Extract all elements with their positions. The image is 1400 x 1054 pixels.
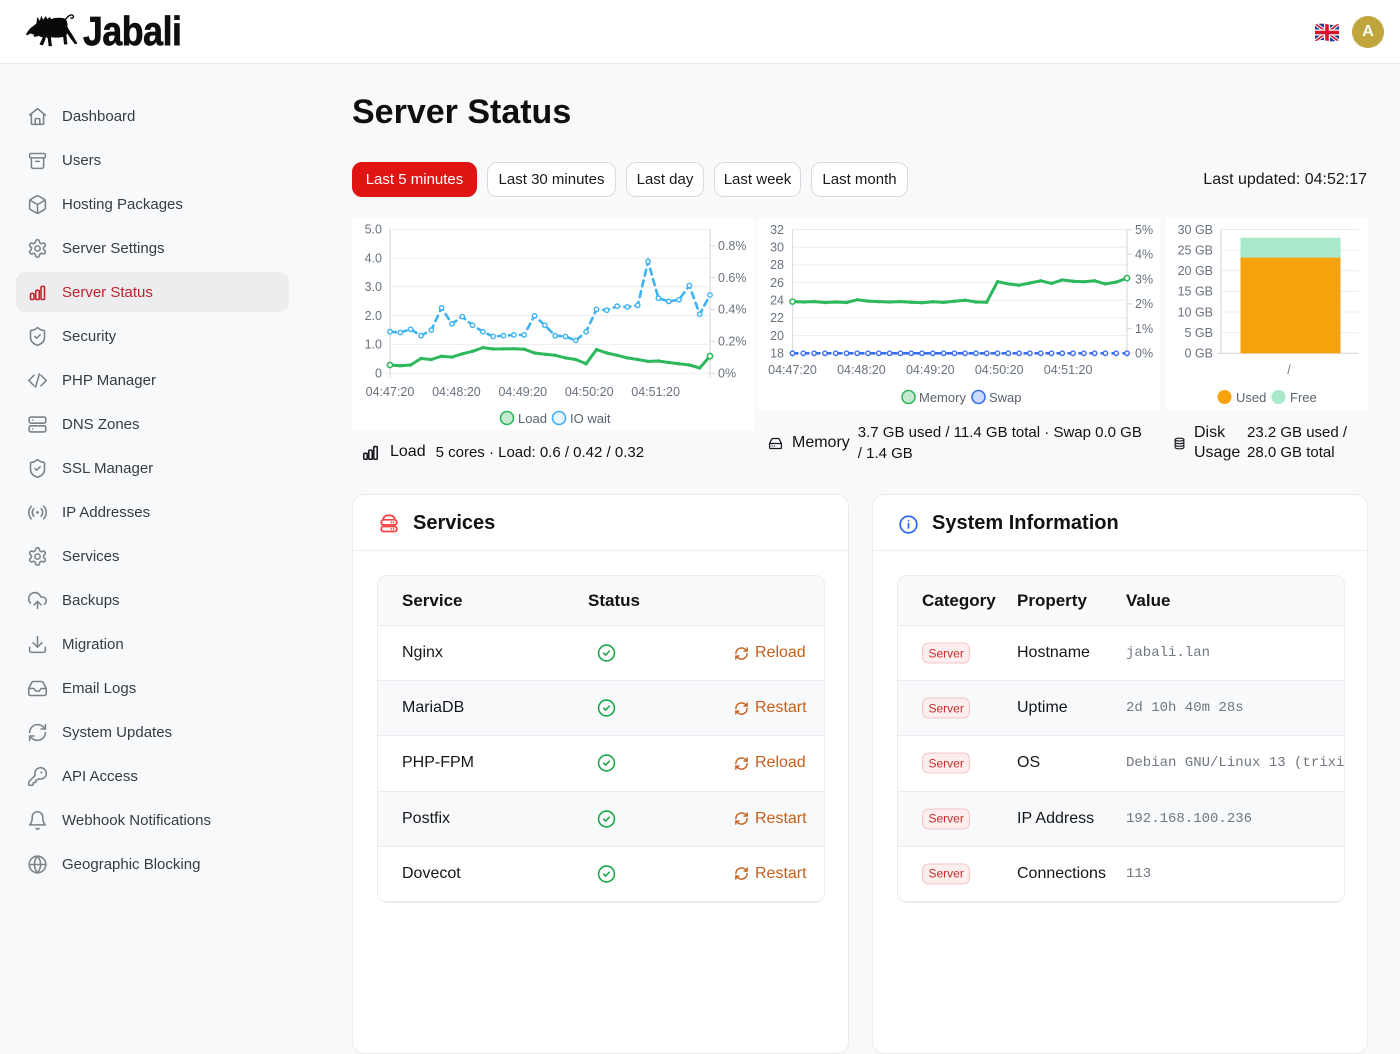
- svg-text:04:48:20: 04:48:20: [432, 385, 481, 399]
- svg-text:4.0: 4.0: [365, 251, 382, 265]
- svg-text:28: 28: [770, 258, 784, 272]
- svg-text:04:47:20: 04:47:20: [768, 363, 817, 377]
- svg-text:30 GB: 30 GB: [1178, 223, 1213, 237]
- svg-text:IO wait: IO wait: [570, 411, 611, 426]
- svg-text:0%: 0%: [1135, 347, 1153, 361]
- svg-text:1%: 1%: [1135, 322, 1153, 336]
- svg-text:04:51:20: 04:51:20: [631, 385, 680, 399]
- svg-text:25 GB: 25 GB: [1178, 243, 1213, 257]
- svg-text:Swap: Swap: [989, 390, 1022, 405]
- svg-text:0%: 0%: [718, 366, 736, 380]
- svg-text:/: /: [1287, 363, 1291, 377]
- svg-text:24: 24: [770, 293, 784, 307]
- svg-text:5 GB: 5 GB: [1185, 326, 1214, 340]
- svg-text:15 GB: 15 GB: [1178, 285, 1213, 299]
- svg-text:Load: Load: [518, 411, 547, 426]
- svg-text:22: 22: [770, 311, 784, 325]
- svg-text:5.0: 5.0: [365, 222, 382, 236]
- svg-text:Memory: Memory: [919, 390, 966, 405]
- svg-text:0: 0: [375, 366, 382, 380]
- svg-text:2%: 2%: [1135, 297, 1153, 311]
- svg-text:0.8%: 0.8%: [718, 239, 747, 253]
- svg-text:04:49:20: 04:49:20: [498, 385, 547, 399]
- svg-text:5%: 5%: [1135, 223, 1153, 237]
- svg-text:04:49:20: 04:49:20: [906, 363, 955, 377]
- svg-text:04:48:20: 04:48:20: [837, 363, 886, 377]
- svg-text:04:51:20: 04:51:20: [1044, 363, 1093, 377]
- svg-text:18: 18: [770, 347, 784, 361]
- svg-text:2.0: 2.0: [365, 309, 382, 323]
- svg-text:04:50:20: 04:50:20: [565, 385, 614, 399]
- svg-text:30: 30: [770, 240, 784, 254]
- svg-text:10 GB: 10 GB: [1178, 305, 1213, 319]
- svg-text:20: 20: [770, 329, 784, 343]
- svg-text:Free: Free: [1290, 390, 1317, 405]
- svg-text:32: 32: [770, 223, 784, 237]
- svg-text:3%: 3%: [1135, 272, 1153, 286]
- svg-text:04:47:20: 04:47:20: [366, 385, 415, 399]
- svg-text:3.0: 3.0: [365, 280, 382, 294]
- svg-text:26: 26: [770, 276, 784, 290]
- svg-text:4%: 4%: [1135, 248, 1153, 262]
- svg-text:0.2%: 0.2%: [718, 335, 747, 349]
- svg-text:20 GB: 20 GB: [1178, 264, 1213, 278]
- svg-text:0.6%: 0.6%: [718, 271, 747, 285]
- svg-text:04:50:20: 04:50:20: [975, 363, 1024, 377]
- svg-text:1.0: 1.0: [365, 338, 382, 352]
- svg-text:Used: Used: [1236, 390, 1266, 405]
- svg-text:0 GB: 0 GB: [1185, 347, 1214, 361]
- svg-text:0.4%: 0.4%: [718, 303, 747, 317]
